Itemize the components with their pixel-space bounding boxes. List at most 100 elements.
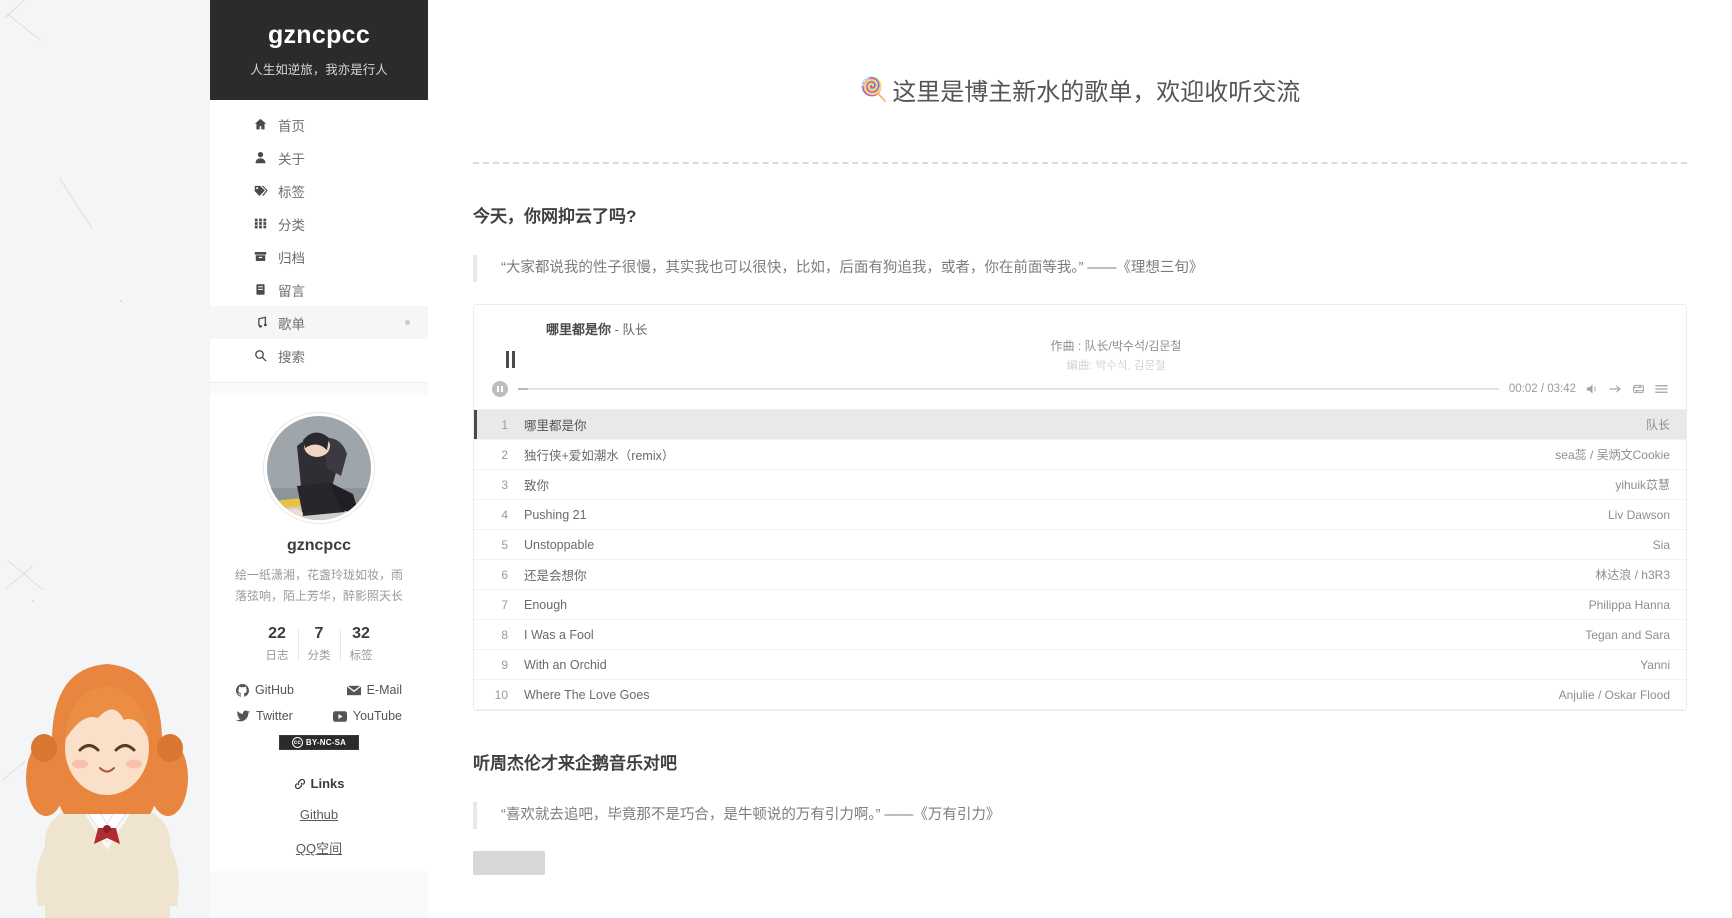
pause-icon bbox=[506, 351, 515, 368]
sidebar-item-label: 搜索 bbox=[278, 346, 305, 366]
track-name: Pushing 21 bbox=[524, 508, 587, 522]
track-row[interactable]: 10 Where The Love Goes Anjulie / Oskar F… bbox=[474, 680, 1686, 710]
sidebar-item-label: 标签 bbox=[278, 181, 305, 201]
play-pause-button[interactable] bbox=[492, 381, 508, 397]
track-index: 9 bbox=[474, 658, 508, 672]
repeat-icon[interactable] bbox=[1632, 383, 1645, 395]
section-quote: “大家都说我的性子很慢，其实我也可以很快，比如，后面有狗追我，或者，你在前面等我… bbox=[473, 255, 1687, 282]
main-content: 🍭 这里是博主新水的歌单，欢迎收听交流 今天，你网抑云了吗? “大家都说我的性子… bbox=[428, 0, 1732, 918]
sidebar-item-search[interactable]: 搜索 bbox=[210, 339, 428, 372]
social-label: YouTube bbox=[353, 709, 402, 723]
progress-bar[interactable] bbox=[518, 388, 1499, 390]
music-note-icon bbox=[254, 316, 276, 329]
social-link-github[interactable]: GitHub bbox=[236, 683, 294, 697]
grid-icon bbox=[254, 217, 276, 230]
track-index: 2 bbox=[474, 448, 508, 462]
song-title-text: 哪里都是你 bbox=[546, 322, 611, 337]
sidebar-item-label: 关于 bbox=[278, 148, 305, 168]
player-song-info: 哪里都是你 - 队长 作曲 : 队长/박수석/김문철 编曲: 박수석, 김문철 bbox=[546, 319, 1686, 381]
profile-stats: 22 日志 7 分类 32 标签 bbox=[210, 625, 428, 663]
stat-posts[interactable]: 22 日志 bbox=[256, 625, 298, 663]
section-quote: “喜欢就去追吧，毕竟那不是巧合，是牛顿说的万有引力啊。” ——《万有引力》 bbox=[473, 802, 1687, 829]
track-row[interactable]: 4 Pushing 21 Liv Dawson bbox=[474, 500, 1686, 530]
social-link-twitter[interactable]: Twitter bbox=[236, 709, 293, 723]
link-item[interactable]: Github bbox=[210, 807, 428, 822]
home-icon bbox=[254, 118, 276, 131]
track-name: With an Orchid bbox=[524, 658, 607, 672]
archive-icon bbox=[254, 250, 276, 263]
track-name: Unstoppable bbox=[524, 538, 594, 552]
track-artist: sea蕊 / 吴炳文Cookie bbox=[1555, 446, 1670, 463]
sidebar-item-categories[interactable]: 分类 bbox=[210, 207, 428, 240]
license-badge[interactable]: cc BY-NC-SA bbox=[279, 735, 359, 750]
user-icon bbox=[254, 151, 276, 164]
player-header: 哪里都是你 - 队长 作曲 : 队长/박수석/김문철 编曲: 박수석, 김문철 bbox=[474, 305, 1686, 381]
youtube-icon bbox=[333, 710, 347, 723]
time-display: 00:02 / 03:42 bbox=[1509, 383, 1576, 395]
social-label: Twitter bbox=[256, 709, 293, 723]
profile-name: gzncpcc bbox=[210, 537, 428, 555]
track-index: 4 bbox=[474, 508, 508, 522]
sidebar-item-tags[interactable]: 标签 bbox=[210, 174, 428, 207]
stat-tags[interactable]: 32 标签 bbox=[340, 625, 382, 663]
twitter-icon bbox=[236, 710, 250, 723]
cc-icon: cc bbox=[292, 737, 303, 748]
track-artist: Liv Dawson bbox=[1608, 508, 1670, 522]
player-2-placeholder bbox=[473, 851, 1687, 875]
site-title: gzncpcc bbox=[268, 22, 370, 50]
track-row[interactable]: 1 哪里都是你 队长 bbox=[474, 410, 1686, 440]
stat-categories[interactable]: 7 分类 bbox=[298, 625, 340, 663]
book-icon bbox=[254, 283, 276, 296]
track-row[interactable]: 9 With an Orchid Yanni bbox=[474, 650, 1686, 680]
stat-label: 分类 bbox=[298, 647, 340, 663]
page-title-text: 这里是博主新水的歌单，欢迎收听交流 bbox=[892, 72, 1300, 107]
track-row[interactable]: 7 Enough Philippa Hanna bbox=[474, 590, 1686, 620]
avatar[interactable] bbox=[264, 413, 374, 523]
stat-value: 7 bbox=[298, 625, 340, 643]
track-name: 独行侠+爱如潮水（remix） bbox=[524, 445, 674, 464]
track-artist: yihuik苡慧 bbox=[1615, 476, 1670, 493]
track-name: 哪里都是你 bbox=[524, 415, 587, 434]
track-row[interactable]: 3 致你 yihuik苡慧 bbox=[474, 470, 1686, 500]
pause-button[interactable] bbox=[474, 319, 546, 381]
license-text: BY-NC-SA bbox=[306, 738, 346, 747]
site-subtitle: 人生如逆旅，我亦是行人 bbox=[250, 59, 388, 78]
social-label: GitHub bbox=[255, 683, 294, 697]
lyric-current-line: 作曲 : 队长/박수석/김문철 bbox=[546, 337, 1686, 354]
sidebar-item-label: 留言 bbox=[278, 280, 305, 300]
search-icon bbox=[254, 349, 276, 362]
sidebar-item-about[interactable]: 关于 bbox=[210, 141, 428, 174]
social-link-email[interactable]: E-Mail bbox=[347, 683, 402, 697]
progress-fill bbox=[518, 388, 528, 390]
track-artist: 队长 bbox=[1646, 416, 1670, 433]
sidebar-item-archive[interactable]: 归档 bbox=[210, 240, 428, 273]
sidebar-item-home[interactable]: 首页 bbox=[210, 108, 428, 141]
github-icon bbox=[236, 684, 249, 697]
track-artist: Philippa Hanna bbox=[1589, 598, 1670, 612]
track-row[interactable]: 2 独行侠+爱如潮水（remix） sea蕊 / 吴炳文Cookie bbox=[474, 440, 1686, 470]
track-artist: 林达浪 / h3R3 bbox=[1595, 566, 1670, 583]
stat-value: 32 bbox=[340, 625, 382, 643]
page-root: gzncpcc 人生如逆旅，我亦是行人 首页 关于 标签 bbox=[0, 0, 1732, 918]
next-track-icon[interactable] bbox=[1609, 383, 1622, 395]
sidebar-item-playlist[interactable]: 歌单 bbox=[210, 306, 428, 339]
track-row[interactable]: 8 I Was a Fool Tegan and Sara bbox=[474, 620, 1686, 650]
track-name: 还是会想你 bbox=[524, 565, 587, 584]
playlist-menu-icon[interactable] bbox=[1655, 383, 1668, 395]
volume-icon[interactable] bbox=[1586, 383, 1599, 395]
track-index: 5 bbox=[474, 538, 508, 552]
links-title-label: Links bbox=[311, 776, 345, 791]
player-controls-bar: 00:02 / 03:42 bbox=[474, 381, 1686, 409]
social-links: GitHub E-Mail Twitter YouTube bbox=[210, 683, 428, 723]
track-row[interactable]: 6 还是会想你 林达浪 / h3R3 bbox=[474, 560, 1686, 590]
track-row[interactable]: 5 Unstoppable Sia bbox=[474, 530, 1686, 560]
track-index: 7 bbox=[474, 598, 508, 612]
sidebar-item-guestbook[interactable]: 留言 bbox=[210, 273, 428, 306]
sidebar: gzncpcc 人生如逆旅，我亦是行人 首页 关于 标签 bbox=[210, 0, 428, 918]
sidebar-item-label: 首页 bbox=[278, 115, 305, 135]
link-item[interactable]: QQ空间 bbox=[210, 838, 428, 857]
site-header: gzncpcc 人生如逆旅，我亦是行人 bbox=[210, 0, 428, 100]
playlist-indicator-dot bbox=[405, 320, 410, 325]
social-link-youtube[interactable]: YouTube bbox=[333, 709, 402, 723]
mail-icon bbox=[347, 684, 361, 697]
